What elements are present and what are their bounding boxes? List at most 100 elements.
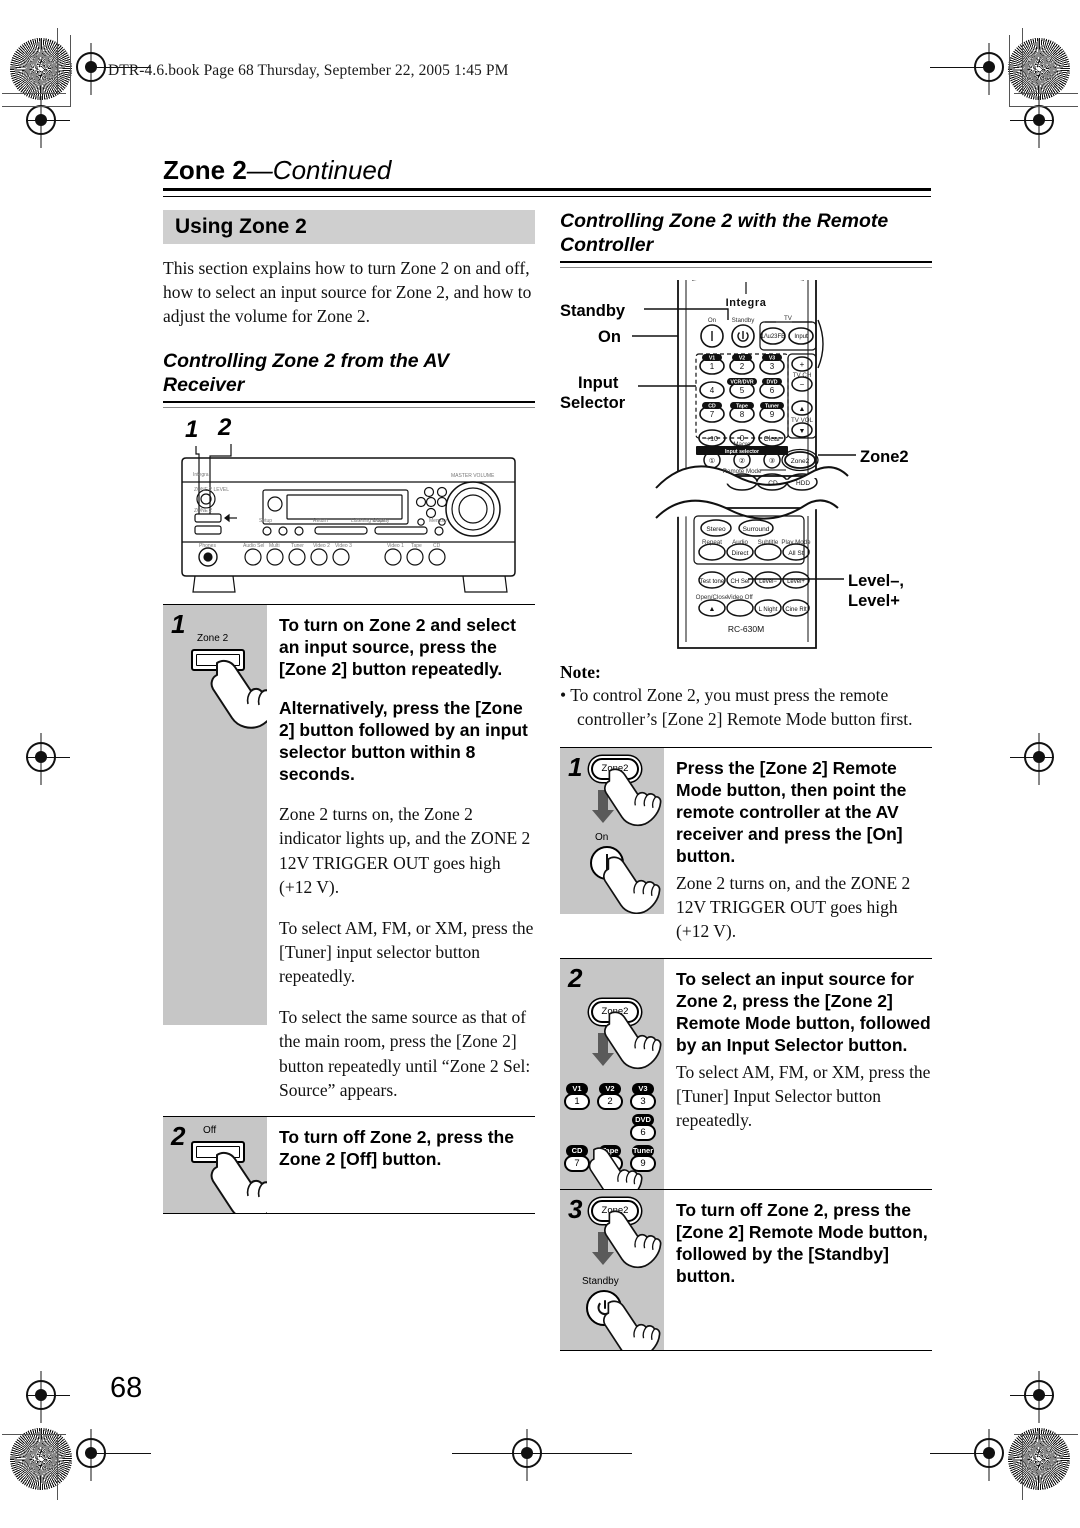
pointing-hand-icon bbox=[586, 1145, 644, 1189]
svg-text:Subtitle: Subtitle bbox=[758, 539, 779, 546]
intro-paragraph: This section explains how to turn Zone 2… bbox=[163, 258, 532, 327]
crop-line-top-left-v bbox=[57, 28, 58, 94]
on-button-label: On bbox=[595, 831, 609, 843]
subheading-line-1: Controlling Zone 2 with the Remote bbox=[560, 210, 889, 232]
crop-line-top-right-h bbox=[1014, 93, 1078, 94]
registration-rule-mid-right bbox=[1010, 757, 1054, 758]
subheading-controlling-from-receiver: Controlling Zone 2 from the AV Receiver bbox=[163, 350, 449, 397]
svg-text:Tape: Tape bbox=[411, 543, 422, 549]
registration-starburst-top-right bbox=[1008, 38, 1070, 100]
keypad-key-1[interactable]: 1 bbox=[564, 1092, 590, 1110]
svg-text:Macro: Macro bbox=[733, 441, 751, 448]
keypad-key-3[interactable]: 3 bbox=[630, 1092, 656, 1110]
step-title: Press the [Zone 2] Remote Mode button, t… bbox=[676, 757, 907, 867]
note-heading: Note: bbox=[560, 661, 601, 682]
crop-line-bottom-left-v bbox=[57, 1434, 58, 1500]
crop-line-bottom-right-v bbox=[1022, 1434, 1023, 1500]
svg-text:Surround: Surround bbox=[743, 526, 770, 533]
callout-standby: Standby bbox=[560, 301, 626, 320]
step-text: To select an input source for Zone 2, pr… bbox=[664, 959, 932, 1189]
step-paragraph: Zone 2 turns on, the Zone 2 indicator li… bbox=[279, 804, 531, 897]
svg-text:TV CH: TV CH bbox=[793, 372, 812, 379]
svg-text:Audio Sel: Audio Sel bbox=[243, 543, 264, 549]
svg-text:TV VOL: TV VOL bbox=[791, 417, 814, 424]
callout-input-selector-1: Input bbox=[578, 373, 619, 392]
step-title: To select an input source for Zone 2, pr… bbox=[676, 968, 931, 1055]
svg-text:CD: CD bbox=[768, 480, 778, 487]
registration-starburst-top-left bbox=[10, 38, 72, 100]
svg-text:Integra: Integra bbox=[193, 472, 209, 478]
subheading-controlling-with-remote: Controlling Zone 2 with the Remote Contr… bbox=[560, 210, 932, 258]
step-paragraph: Zone 2 turns on, and the ZONE 2 12V TRIG… bbox=[676, 873, 911, 942]
page-number: 68 bbox=[110, 1372, 143, 1404]
crop-line-top-right-v bbox=[1022, 28, 1023, 94]
svg-text:HDD: HDD bbox=[796, 480, 810, 487]
svg-text:ZONE 2 LEVEL: ZONE 2 LEVEL bbox=[194, 487, 229, 493]
registration-starburst-bottom-left bbox=[10, 1428, 72, 1490]
off-button-label: Off bbox=[203, 1124, 217, 1136]
step-title: To turn off Zone 2, press the [Zone 2] R… bbox=[676, 1199, 928, 1286]
svg-text:6: 6 bbox=[770, 386, 775, 395]
crop-line-top-left2-v bbox=[70, 35, 71, 107]
section-heading-using-zone-2: Using Zone 2 bbox=[163, 210, 535, 244]
step-figure: 3 Zone2 Standby bbox=[560, 1189, 664, 1350]
step-text: To turn off Zone 2, press the [Zone 2] R… bbox=[664, 1190, 932, 1350]
crop-line-bottom-left-h bbox=[2, 1434, 66, 1435]
svg-text:8: 8 bbox=[740, 410, 745, 419]
svg-text:▲: ▲ bbox=[799, 406, 806, 413]
registration-rule-lower-left bbox=[26, 1395, 70, 1396]
svg-text:Video 2: Video 2 bbox=[313, 543, 330, 549]
step-paragraph: To select the same source as that of the… bbox=[279, 1007, 531, 1100]
svg-text:Video 3: Video 3 bbox=[335, 543, 352, 549]
svg-text:Remote Mode: Remote Mode bbox=[723, 468, 762, 475]
svg-text:2: 2 bbox=[740, 362, 745, 371]
registration-starburst-bottom-right bbox=[1008, 1428, 1070, 1490]
svg-text:Tuner: Tuner bbox=[765, 403, 779, 409]
svg-text:ZONE 2: ZONE 2 bbox=[194, 508, 212, 514]
step-number: 2 bbox=[171, 1120, 186, 1151]
step-title: To turn off Zone 2, press the Zone 2 [Of… bbox=[279, 1126, 514, 1169]
svg-text:Clear: Clear bbox=[764, 436, 781, 443]
registration-rule-bottom-center bbox=[452, 1453, 632, 1454]
svg-text:V3: V3 bbox=[769, 355, 775, 361]
svg-text:1: 1 bbox=[710, 362, 715, 371]
svg-text:+: + bbox=[800, 360, 805, 369]
registration-rule-mid-left bbox=[26, 757, 70, 758]
svg-text:Input: Input bbox=[794, 334, 808, 340]
step-paragraph: To select AM, FM, or XM, press the [Tune… bbox=[279, 917, 534, 987]
receiver-illustration-svg: Integra MASTER VOLUME ZONE 2 LEVEL ZONE … bbox=[181, 443, 516, 593]
crop-line-top-left-h bbox=[2, 93, 66, 94]
crop-line-top-right2-h bbox=[1010, 106, 1078, 107]
keypad-key-2[interactable]: 2 bbox=[597, 1092, 623, 1110]
svg-text:Zone2: Zone2 bbox=[791, 458, 810, 465]
pointing-hand-icon bbox=[601, 766, 663, 828]
left-column: Using Zone 2 This section explains how t… bbox=[163, 210, 535, 1214]
pointing-hand-icon bbox=[600, 854, 662, 914]
svg-text:Play Mode: Play Mode bbox=[781, 539, 811, 546]
crop-line-top-right2-v bbox=[1009, 35, 1010, 107]
svg-text:7: 7 bbox=[710, 410, 715, 419]
registration-rule-top-right bbox=[930, 67, 990, 68]
svg-text:Test tone: Test tone bbox=[700, 579, 725, 585]
svg-text:Direct: Direct bbox=[732, 550, 749, 557]
receiver-callout-1: 1 bbox=[185, 415, 199, 443]
svg-text:③: ③ bbox=[769, 457, 775, 465]
svg-text:Level−: Level− bbox=[759, 579, 777, 585]
svg-text:3: 3 bbox=[770, 362, 775, 371]
step-text: To turn on Zone 2 and select an input so… bbox=[267, 605, 535, 1116]
svg-text:▲: ▲ bbox=[709, 606, 716, 613]
svg-text:+10: +10 bbox=[706, 436, 718, 443]
subheading-line-2: Controller bbox=[560, 233, 654, 256]
remote-controller-figure: Standby On Input Selector Zone2 Level–, … bbox=[560, 268, 932, 658]
svg-text:Return: Return bbox=[313, 518, 328, 524]
pointing-hand-icon bbox=[601, 1208, 663, 1270]
svg-text:V2: V2 bbox=[739, 355, 745, 361]
step-title-alt: Alternatively, press the [Zone 2] button… bbox=[279, 698, 528, 785]
note-item: • To control Zone 2, you must press the … bbox=[560, 684, 913, 729]
registration-rule-bottom-right bbox=[930, 1453, 990, 1454]
crop-line-top-left2-h bbox=[2, 106, 70, 107]
svg-text:5: 5 bbox=[740, 386, 745, 395]
left-steps-list: 1 Zone 2 To turn on Zone 2 and select an… bbox=[163, 603, 535, 1214]
keypad-key-6[interactable]: 6 bbox=[630, 1123, 656, 1141]
svg-text:Memory: Memory bbox=[429, 518, 448, 524]
